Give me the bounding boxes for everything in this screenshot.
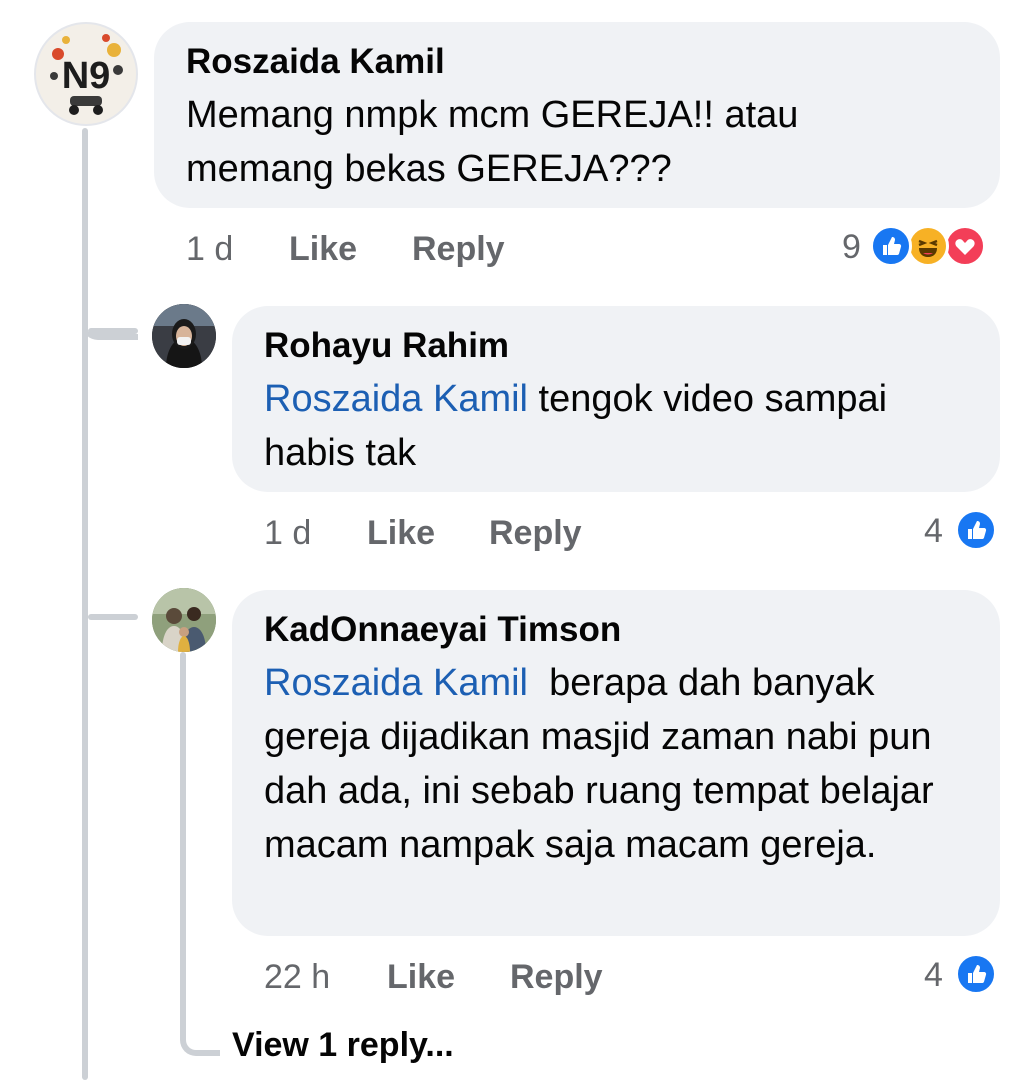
like-reaction-icon[interactable] [870, 225, 912, 267]
mention-link[interactable]: Roszaida Kamil [264, 378, 528, 420]
profile-photo [152, 304, 216, 368]
like-reaction-icon[interactable] [955, 509, 997, 551]
comment-author[interactable]: Roszaida Kamil [186, 42, 445, 82]
like-reaction-icon[interactable] [955, 953, 997, 995]
n9-logo-image: N9 [38, 26, 134, 122]
thread-branch-reply-1 [88, 328, 138, 334]
comment-time[interactable]: 1 d [186, 230, 233, 269]
mention-link[interactable]: Roszaida Kamil [264, 662, 528, 704]
view-replies-link[interactable]: View 1 reply... [232, 1026, 454, 1065]
thread-elbow-reply-1 [82, 250, 138, 340]
reply-author[interactable]: Rohayu Rahim [264, 326, 509, 366]
thread-elbow-view-replies [180, 1000, 220, 1056]
like-button[interactable]: Like [289, 230, 357, 269]
avatar[interactable] [152, 588, 216, 652]
reply-time[interactable]: 22 h [264, 958, 330, 997]
svg-text:N9: N9 [62, 55, 111, 97]
like-button[interactable]: Like [387, 958, 455, 997]
avatar[interactable] [152, 304, 216, 368]
reply-button[interactable]: Reply [412, 230, 505, 269]
profile-photo [152, 588, 216, 652]
reply-text: Roszaida Kamil berapa dah banyak gereja … [264, 656, 974, 872]
reply-time[interactable]: 1 d [264, 514, 311, 553]
comment-text: Memang nmpk mcm GEREJA!! atau memang bek… [186, 94, 799, 190]
avatar[interactable]: N9 [34, 22, 138, 126]
haha-reaction-icon [907, 225, 949, 267]
like-button[interactable]: Like [367, 514, 435, 553]
reaction-count[interactable]: 4 [924, 956, 943, 995]
reply-author[interactable]: KadOnnaeyai Timson [264, 610, 621, 650]
thread-line-reply-2 [180, 652, 186, 1022]
love-reaction-icon [944, 225, 986, 267]
reply-button[interactable]: Reply [510, 958, 603, 997]
reply-text: Roszaida Kamil tengok video sampai habis… [264, 372, 964, 480]
reply-button[interactable]: Reply [489, 514, 582, 553]
thread-branch-reply-2 [88, 614, 138, 620]
reaction-count[interactable]: 4 [924, 512, 943, 551]
reaction-count[interactable]: 9 [842, 228, 861, 267]
